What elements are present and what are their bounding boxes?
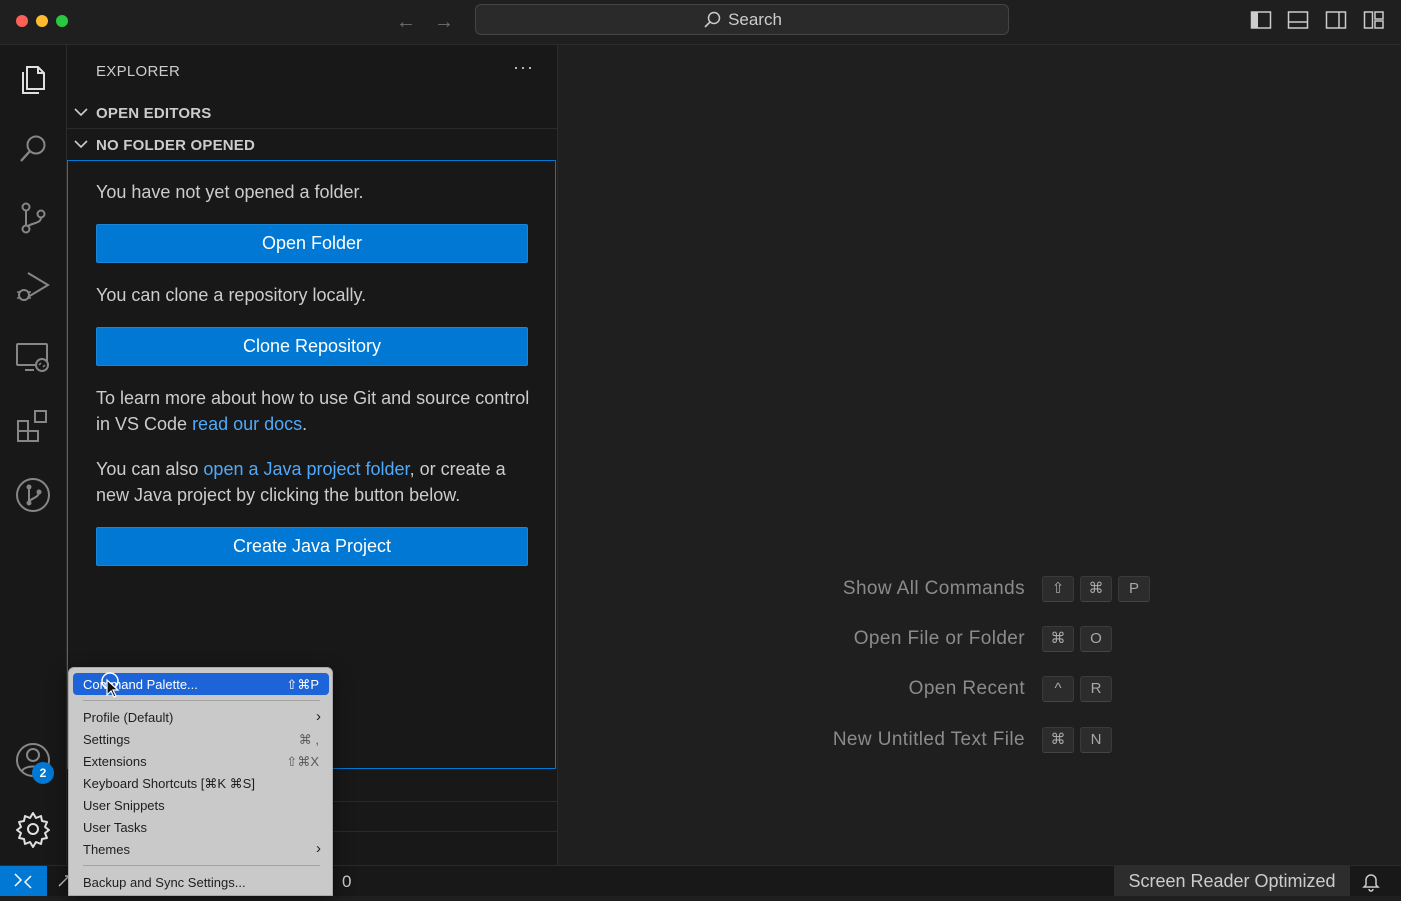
- search-label: Search: [728, 9, 782, 29]
- open-editors-label: OPEN EDITORS: [96, 105, 212, 122]
- chevron-down-icon: [74, 140, 88, 149]
- keybinding: ^ R: [1042, 676, 1112, 702]
- key-cap: N: [1080, 727, 1112, 753]
- menu-item-label: Keyboard Shortcuts [⌘K ⌘S]: [83, 776, 255, 791]
- hint-open-recent[interactable]: Open Recent ^ R: [558, 676, 1401, 702]
- source-control-icon[interactable]: [13, 198, 53, 238]
- key-cap: O: [1080, 626, 1112, 652]
- key-cap: ⌘: [1042, 626, 1074, 652]
- no-folder-opened-label: NO FOLDER OPENED: [96, 137, 256, 154]
- toggle-primary-sidebar-icon[interactable]: [1250, 10, 1272, 30]
- notifications-bell-icon[interactable]: [1360, 870, 1382, 892]
- title-bar: ← → Search: [0, 0, 1401, 45]
- window-maximize-button[interactable]: [56, 15, 68, 27]
- menu-item-label: User Tasks: [83, 820, 148, 835]
- key-cap: ⇧: [1042, 576, 1074, 602]
- hint-new-untitled-text-file[interactable]: New Untitled Text File ⌘ N: [558, 727, 1401, 753]
- menu-item-shortcut: ⇧⌘P: [286, 677, 319, 692]
- key-cap: ⌘: [1042, 727, 1074, 753]
- git-docs-message: To learn more about how to use Git and s…: [96, 385, 536, 437]
- no-folder-opened-header[interactable]: NO FOLDER OPENED: [67, 130, 557, 160]
- hint-label: Open File or Folder: [853, 628, 1025, 649]
- keybinding: ⌘ O: [1042, 626, 1112, 652]
- sidebar-title: EXPLORER: [96, 63, 181, 80]
- explorer-files-icon[interactable]: [13, 60, 53, 100]
- menu-item-themes[interactable]: Themes ›: [73, 838, 329, 860]
- key-cap: ^: [1042, 676, 1074, 702]
- keybinding: ⇧ ⌘ P: [1042, 576, 1150, 602]
- menu-item-profile[interactable]: Profile (Default) ›: [73, 706, 329, 728]
- forward-arrow-icon[interactable]: →: [432, 10, 456, 34]
- git-docs-suffix: .: [302, 414, 308, 434]
- toggle-panel-icon[interactable]: [1287, 10, 1309, 30]
- section-divider: [333, 801, 557, 802]
- remote-indicator-button[interactable]: [0, 866, 47, 896]
- clone-repository-button[interactable]: Clone Repository: [96, 327, 528, 366]
- run-and-debug-icon[interactable]: [13, 267, 53, 307]
- hint-open-file-or-folder[interactable]: Open File or Folder ⌘ O: [558, 626, 1401, 652]
- chevron-right-icon: ›: [316, 840, 321, 857]
- menu-item-shortcut: ⌘ ,: [298, 732, 319, 747]
- menu-separator: [83, 865, 320, 866]
- more-actions-icon[interactable]: ···: [513, 58, 535, 79]
- menu-item-shortcut: ⇧⌘X: [286, 754, 319, 769]
- java-prefix-text: You can also: [96, 459, 204, 479]
- toggle-secondary-sidebar-icon[interactable]: [1325, 10, 1347, 30]
- editor-area: Show All Commands ⇧ ⌘ P Open File or Fol…: [558, 45, 1401, 865]
- read-our-docs-link[interactable]: read our docs: [192, 414, 302, 434]
- menu-item-keyboard-shortcuts[interactable]: Keyboard Shortcuts [⌘K ⌘S]: [73, 772, 329, 794]
- keybinding: ⌘ N: [1042, 727, 1112, 753]
- screen-reader-optimized-status[interactable]: Screen Reader Optimized: [1114, 866, 1350, 896]
- java-project-message: You can also open a Java project folder,…: [96, 456, 536, 508]
- key-cap: ⌘: [1080, 576, 1112, 602]
- problems-count[interactable]: 0: [342, 872, 351, 892]
- hint-show-all-commands[interactable]: Show All Commands ⇧ ⌘ P: [558, 576, 1401, 602]
- git-graph-icon[interactable]: [13, 475, 53, 515]
- hint-label: New Untitled Text File: [832, 729, 1025, 750]
- hint-label: Open Recent: [908, 678, 1025, 699]
- git-docs-text: To learn more about how to use Git and s…: [96, 388, 530, 434]
- menu-item-label: User Snippets: [83, 798, 165, 813]
- customize-layout-icon[interactable]: [1363, 10, 1385, 30]
- open-editors-header[interactable]: OPEN EDITORS: [67, 98, 557, 129]
- menu-item-label: Extensions: [83, 754, 147, 769]
- create-java-project-button[interactable]: Create Java Project: [96, 527, 528, 566]
- key-cap: P: [1118, 576, 1150, 602]
- menu-item-label: Settings: [83, 732, 130, 747]
- mouse-cursor-icon: [101, 672, 120, 698]
- hint-label: Show All Commands: [842, 578, 1025, 599]
- window-close-button[interactable]: [16, 15, 28, 27]
- menu-separator: [83, 700, 320, 701]
- remote-icon: [14, 873, 32, 889]
- extensions-icon[interactable]: [13, 406, 53, 446]
- window-minimize-button[interactable]: [36, 15, 48, 27]
- section-divider: [333, 831, 557, 832]
- open-java-project-folder-link[interactable]: open a Java project folder: [203, 459, 409, 479]
- clone-message: You can clone a repository locally.: [96, 285, 367, 305]
- menu-item-backup-and-sync[interactable]: Backup and Sync Settings...: [73, 871, 329, 893]
- search-view-icon[interactable]: [13, 129, 53, 169]
- manage-gear-icon[interactable]: [13, 809, 53, 849]
- activity-bar: 2: [0, 45, 67, 865]
- remote-explorer-icon[interactable]: [13, 337, 53, 377]
- accounts-badge: 2: [32, 762, 54, 784]
- menu-item-user-snippets[interactable]: User Snippets: [73, 794, 329, 816]
- no-folder-message: You have not yet opened a folder.: [96, 182, 364, 202]
- back-arrow-icon[interactable]: ←: [394, 10, 418, 34]
- chevron-down-icon: [74, 108, 88, 117]
- search-icon: [704, 11, 721, 28]
- menu-item-user-tasks[interactable]: User Tasks: [73, 816, 329, 838]
- menu-item-label: Themes: [83, 842, 130, 857]
- command-center-search[interactable]: Search: [475, 4, 1009, 35]
- menu-item-extensions[interactable]: Extensions ⇧⌘X: [73, 750, 329, 772]
- menu-item-settings[interactable]: Settings ⌘ ,: [73, 728, 329, 750]
- key-cap: R: [1080, 676, 1112, 702]
- menu-item-label: Profile (Default): [83, 710, 174, 725]
- open-folder-button[interactable]: Open Folder: [96, 224, 528, 263]
- menu-item-label: Backup and Sync Settings...: [83, 875, 246, 890]
- manage-context-menu: Command Palette... ⇧⌘P Profile (Default)…: [68, 667, 333, 896]
- chevron-right-icon: ›: [316, 708, 321, 725]
